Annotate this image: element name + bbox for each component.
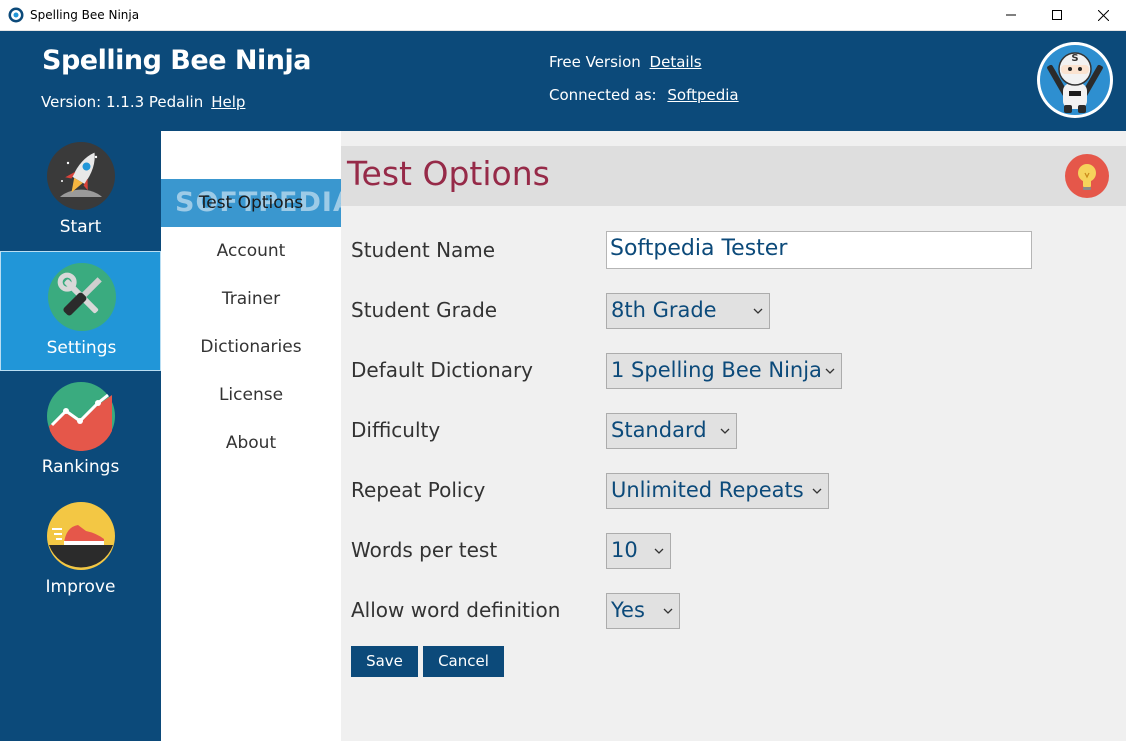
main-content: Test Options Student Name Softpedia Test… [341, 131, 1126, 741]
tools-icon [48, 263, 116, 331]
subnav-item-about[interactable]: About [161, 419, 341, 467]
subnav-item-license[interactable]: License [161, 371, 341, 419]
settings-subnav: SOFTPEDIA Test Options Account Trainer D… [161, 131, 354, 741]
subnav-item-account[interactable]: Account [161, 227, 341, 275]
chevron-down-icon [663, 608, 673, 614]
difficulty-select[interactable]: Standard [606, 413, 737, 449]
connected-info: Connected as: Softpedia [549, 86, 739, 104]
subnav-item-trainer[interactable]: Trainer [161, 275, 341, 323]
sneaker-icon [47, 502, 115, 570]
chevron-down-icon [812, 488, 822, 494]
version-text: Version: 1.1.3 Pedalin [41, 93, 204, 111]
minimize-button[interactable] [988, 0, 1034, 30]
details-link[interactable]: Details [650, 53, 702, 71]
repeat-policy-value: Unlimited Repeats [611, 478, 804, 502]
subnav-item-test-options[interactable]: SOFTPEDIA Test Options [161, 179, 354, 227]
user-link[interactable]: Softpedia [667, 86, 738, 104]
allow-word-definition-select[interactable]: Yes [606, 593, 680, 629]
words-per-test-value: 10 [611, 538, 638, 562]
ninja-avatar-icon[interactable]: S [1036, 41, 1114, 119]
sidebar-item-label: Improve [45, 577, 116, 597]
subnav-item-label: Test Options [198, 193, 304, 213]
repeat-policy-label: Repeat Policy [351, 478, 486, 502]
difficulty-value: Standard [611, 418, 707, 442]
student-name-input[interactable]: Softpedia Tester [606, 231, 1032, 269]
window-title: Spelling Bee Ninja [30, 8, 140, 22]
default-dictionary-value: 1 Spelling Bee Ninja [611, 358, 822, 382]
app-header: Spelling Bee Ninja Version: 1.1.3 Pedali… [0, 31, 1126, 131]
subnav-item-dictionaries[interactable]: Dictionaries [161, 323, 341, 371]
rocket-icon [47, 142, 115, 210]
maximize-button[interactable] [1034, 0, 1080, 30]
subnav-item-label: Account [216, 241, 286, 261]
app-brand: Spelling Bee Ninja [42, 45, 311, 76]
student-grade-label: Student Grade [351, 298, 498, 322]
connected-text: Connected as: [549, 86, 657, 104]
sidebar-item-settings[interactable]: Settings [0, 251, 161, 371]
default-dictionary-label: Default Dictionary [351, 358, 534, 382]
words-per-test-select[interactable]: 10 [606, 533, 671, 569]
allow-word-definition-label: Allow word definition [351, 598, 561, 622]
cancel-button[interactable]: Cancel [423, 646, 504, 677]
student-grade-select[interactable]: 8th Grade [606, 293, 770, 329]
lightbulb-icon[interactable] [1064, 153, 1110, 199]
page-header: Test Options [341, 146, 1126, 206]
chart-icon [47, 382, 115, 451]
sidebar-item-improve[interactable]: Improve [0, 491, 161, 611]
words-per-test-label: Words per test [351, 538, 498, 562]
close-button[interactable] [1080, 0, 1126, 30]
title-bar: Spelling Bee Ninja [0, 0, 1126, 31]
student-grade-value: 8th Grade [611, 298, 717, 322]
maximize-icon [1052, 10, 1062, 20]
subnav-item-label: Trainer [221, 289, 281, 309]
sidebar-item-rankings[interactable]: Rankings [0, 371, 161, 491]
save-button[interactable]: Save [351, 646, 418, 677]
difficulty-label: Difficulty [351, 418, 441, 442]
sidebar-item-start[interactable]: Start [0, 131, 161, 251]
sidebar-item-label: Rankings [41, 457, 120, 477]
sidebar-item-label: Settings [46, 338, 117, 358]
minimize-icon [1006, 14, 1016, 16]
sidebar: Start Settings Rankings Improve [0, 131, 161, 741]
chevron-down-icon [654, 548, 664, 554]
free-version-text: Free Version [549, 53, 641, 71]
repeat-policy-select[interactable]: Unlimited Repeats [606, 473, 829, 509]
student-name-label: Student Name [351, 238, 496, 262]
help-link[interactable]: Help [211, 93, 245, 111]
version-info: Version: 1.1.3 Pedalin Help [41, 93, 245, 111]
chevron-down-icon [825, 368, 835, 374]
subnav-item-label: License [218, 385, 284, 405]
app-icon [8, 7, 24, 23]
sidebar-item-label: Start [59, 217, 102, 237]
allow-word-definition-value: Yes [611, 598, 645, 622]
subnav-item-label: Dictionaries [200, 337, 302, 357]
chevron-down-icon [753, 308, 763, 314]
default-dictionary-select[interactable]: 1 Spelling Bee Ninja [606, 353, 842, 389]
page-title: Test Options [347, 154, 550, 193]
free-version-info: Free Version Details [549, 53, 702, 71]
close-icon [1097, 9, 1109, 21]
subnav-item-label: About [225, 433, 277, 453]
chevron-down-icon [720, 428, 730, 434]
svg-text:S: S [1071, 53, 1078, 64]
